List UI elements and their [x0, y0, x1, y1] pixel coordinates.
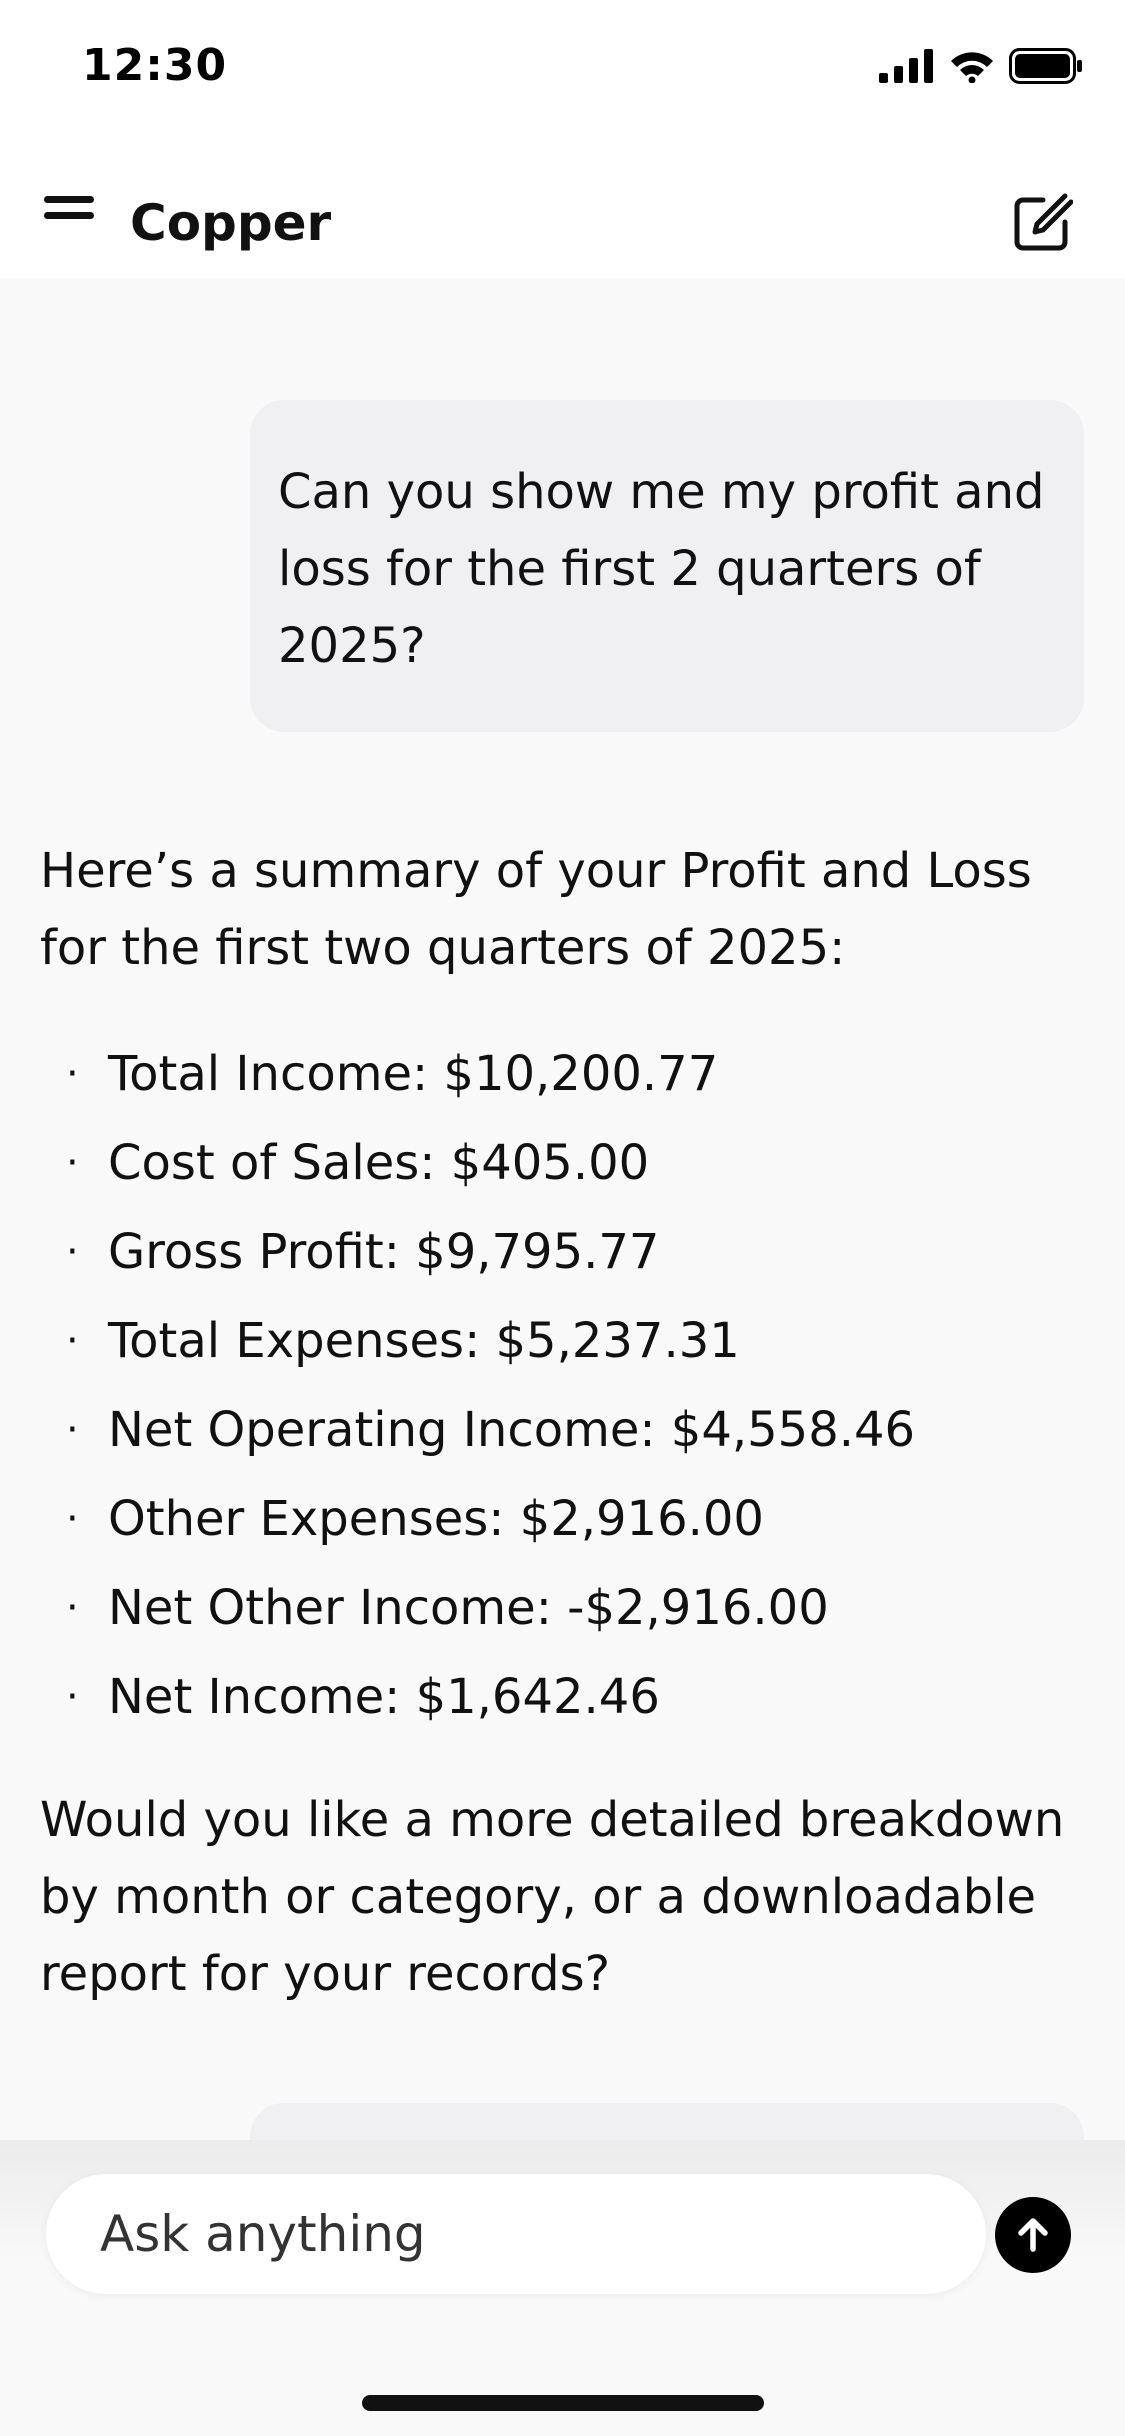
ask-input[interactable] — [98, 2204, 986, 2264]
list-item: · Total Expenses: $5,237.31 — [40, 1297, 1100, 1386]
status-time: 12:30 — [82, 40, 228, 91]
app-header: Copper — [0, 140, 1125, 278]
list-item: · Net Other Income: -$2,916.00 — [40, 1564, 1100, 1653]
bullet-icon: · — [66, 1585, 79, 1631]
pnl-summary-list: · Total Income: $10,200.77 · Cost of Sales… — [40, 1030, 1100, 1742]
list-item: · Net Operating Income: $4,558.46 — [40, 1386, 1100, 1475]
list-item: · Total Income: $10,200.77 — [40, 1030, 1100, 1119]
assistant-intro: Here’s a summary of your Profit and Loss… — [40, 843, 1032, 976]
next-user-message-bubble — [250, 2103, 1084, 2140]
list-item: · Net Income: $1,642.46 — [40, 1653, 1100, 1742]
composer-dock — [0, 2140, 1125, 2436]
bullet-icon: · — [66, 1229, 79, 1275]
assistant-message: Here’s a summary of your Profit and Loss… — [40, 833, 1100, 2013]
bullet-icon: · — [66, 1674, 79, 1720]
bullet-icon: · — [66, 1051, 79, 1097]
assistant-followup: Would you like a more detailed breakdown… — [40, 1792, 1065, 2002]
list-item: · Cost of Sales: $405.00 — [40, 1119, 1100, 1208]
user-message-bubble: Can you show me my profit and loss for t… — [250, 400, 1084, 732]
bullet-icon: · — [66, 1318, 79, 1364]
status-icons — [879, 48, 1083, 84]
hamburger-menu-icon[interactable] — [42, 188, 98, 228]
battery-icon — [1009, 48, 1082, 84]
home-indicator — [362, 2395, 764, 2411]
chat-area: Can you show me my profit and loss for t… — [0, 278, 1125, 2140]
bullet-icon: · — [66, 1407, 79, 1453]
wifi-icon — [951, 52, 993, 83]
send-button[interactable] — [995, 2197, 1071, 2273]
list-item: · Other Expenses: $2,916.00 — [40, 1475, 1100, 1564]
bullet-icon: · — [66, 1496, 79, 1542]
status-bar: 12:30 — [0, 0, 1125, 140]
signal-icon — [879, 49, 933, 83]
arrow-up-icon — [1018, 2218, 1048, 2252]
composer-pill[interactable] — [46, 2174, 986, 2294]
app-title: Copper — [130, 194, 332, 252]
list-item: · Gross Profit: $9,795.77 — [40, 1208, 1100, 1297]
bullet-icon: · — [66, 1140, 79, 1186]
new-chat-icon[interactable] — [1011, 192, 1074, 254]
